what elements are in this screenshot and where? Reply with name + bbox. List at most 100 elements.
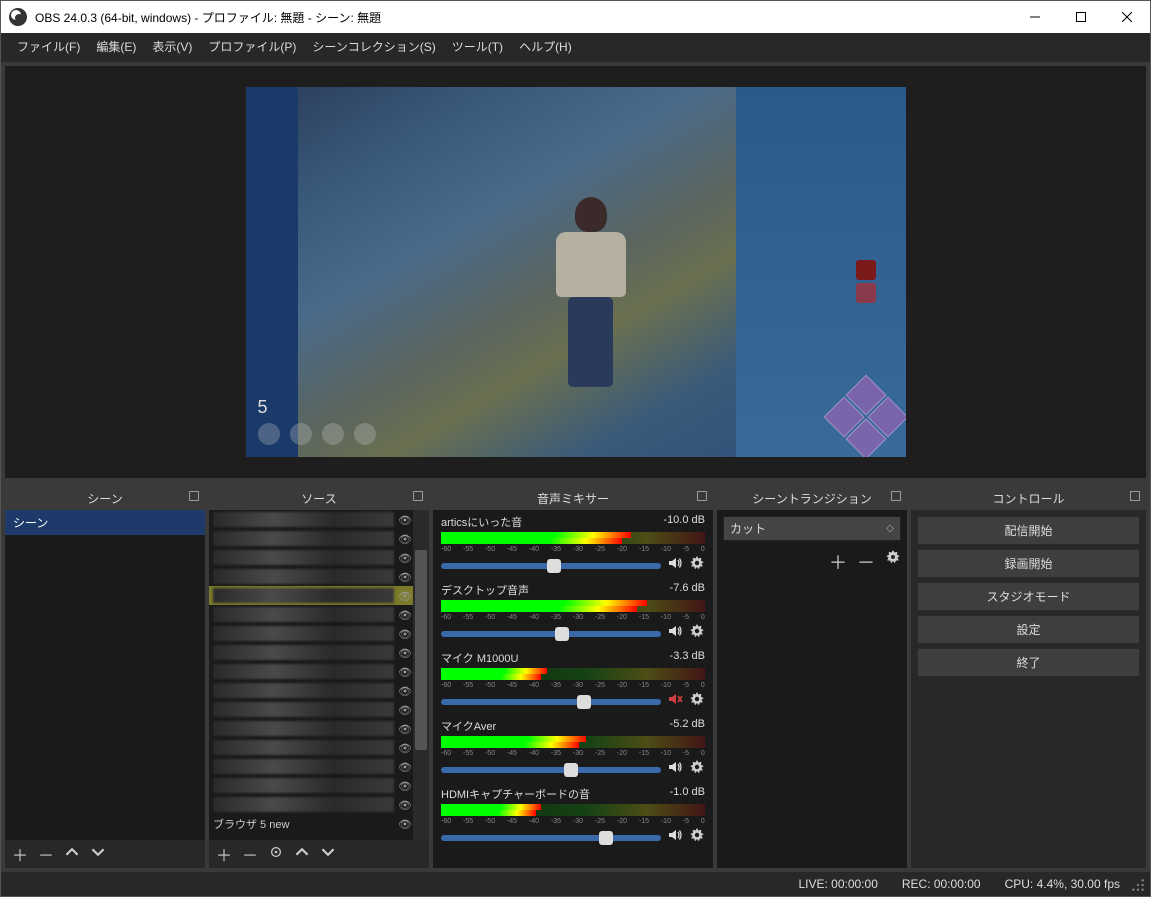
- menu-tools[interactable]: ツール(T): [444, 33, 511, 62]
- source-row[interactable]: 👁🔒: [209, 586, 429, 605]
- visibility-icon[interactable]: 👁: [398, 533, 410, 545]
- visibility-icon[interactable]: 👁: [398, 590, 410, 602]
- source-row[interactable]: 👁🔒: [209, 605, 429, 624]
- transition-properties-button[interactable]: [885, 549, 901, 575]
- menu-scene-collection[interactable]: シーンコレクション(S): [304, 33, 443, 62]
- source-row[interactable]: 👁🔒: [209, 757, 429, 776]
- menubar: ファイル(F) 編集(E) 表示(V) プロファイル(P) シーンコレクション(…: [1, 33, 1150, 62]
- visibility-icon[interactable]: 👁: [398, 799, 410, 811]
- visibility-icon[interactable]: 👁: [398, 742, 410, 754]
- source-row[interactable]: 👁🔒: [209, 510, 429, 529]
- source-row[interactable]: 👁🔒: [209, 643, 429, 662]
- app-body: ファイル(F) 編集(E) 表示(V) プロファイル(P) シーンコレクション(…: [1, 33, 1150, 896]
- source-properties-button[interactable]: [267, 845, 285, 864]
- gear-icon[interactable]: [689, 555, 705, 576]
- lock-icon[interactable]: 🔒: [413, 514, 425, 526]
- volume-slider[interactable]: [441, 563, 661, 569]
- popout-icon[interactable]: [1130, 491, 1140, 501]
- channel-db: -1.0 dB: [670, 786, 705, 802]
- popout-icon[interactable]: [189, 491, 199, 501]
- popout-icon[interactable]: [697, 491, 707, 501]
- visibility-icon[interactable]: 👁: [398, 704, 410, 716]
- visibility-icon[interactable]: 👁: [398, 685, 410, 697]
- add-scene-button[interactable]: ＋: [11, 842, 29, 866]
- visibility-icon[interactable]: 👁: [398, 571, 410, 583]
- volume-slider[interactable]: [441, 767, 661, 773]
- menu-edit[interactable]: 編集(E): [88, 33, 144, 62]
- add-transition-button[interactable]: ＋: [829, 549, 847, 575]
- volume-slider[interactable]: [441, 699, 661, 705]
- status-rec: REC: 00:00:00: [902, 877, 981, 891]
- source-up-button[interactable]: [293, 845, 311, 864]
- source-down-button[interactable]: [319, 845, 337, 864]
- menu-file[interactable]: ファイル(F): [9, 33, 88, 62]
- settings-button[interactable]: 設定: [917, 615, 1140, 644]
- mute-icon[interactable]: [667, 691, 683, 712]
- scrollbar-thumb[interactable]: [415, 550, 427, 750]
- menu-view[interactable]: 表示(V): [144, 33, 200, 62]
- sources-list[interactable]: 👁🔒👁🔒👁🔒👁🔒👁🔒👁🔒👁🔒👁🔒👁🔒👁🔒👁🔒👁🔒👁🔒👁🔒👁🔒👁🔒ブラウザ 5 n…: [209, 510, 429, 840]
- minimize-button[interactable]: [1012, 1, 1058, 33]
- gear-icon[interactable]: [689, 691, 705, 712]
- volume-slider[interactable]: [441, 631, 661, 637]
- exit-button[interactable]: 終了: [917, 648, 1140, 677]
- source-row[interactable]: 👁🔒: [209, 681, 429, 700]
- remove-scene-button[interactable]: －: [37, 842, 55, 866]
- scenes-list[interactable]: シーン: [5, 510, 205, 840]
- lock-icon[interactable]: 🔒: [413, 818, 425, 830]
- source-row[interactable]: 👁🔒: [209, 700, 429, 719]
- source-row[interactable]: 👁🔒: [209, 624, 429, 643]
- visibility-icon[interactable]: 👁: [398, 514, 410, 526]
- source-row[interactable]: 👁🔒: [209, 548, 429, 567]
- source-row[interactable]: 👁🔒: [209, 567, 429, 586]
- source-row[interactable]: 👁🔒: [209, 529, 429, 548]
- scene-item[interactable]: シーン: [5, 510, 205, 535]
- menu-help[interactable]: ヘルプ(H): [511, 33, 580, 62]
- source-row[interactable]: 👁🔒: [209, 662, 429, 681]
- volume-slider[interactable]: [441, 835, 661, 841]
- status-live: LIVE: 00:00:00: [798, 877, 877, 891]
- speaker-icon[interactable]: [667, 555, 683, 576]
- lock-icon[interactable]: 🔒: [413, 799, 425, 811]
- source-row[interactable]: ブラウザ 5 new👁🔒: [209, 814, 429, 833]
- remove-transition-button[interactable]: －: [857, 549, 875, 575]
- source-row[interactable]: 👁🔒: [209, 795, 429, 814]
- speaker-icon[interactable]: [667, 759, 683, 780]
- speaker-icon[interactable]: [667, 623, 683, 644]
- speaker-icon[interactable]: [667, 827, 683, 848]
- visibility-icon[interactable]: 👁: [398, 628, 410, 640]
- lock-icon[interactable]: 🔒: [413, 780, 425, 792]
- preview-canvas[interactable]: 5: [246, 87, 906, 457]
- scene-up-button[interactable]: [63, 845, 81, 864]
- visibility-icon[interactable]: 👁: [398, 647, 410, 659]
- menu-profile[interactable]: プロファイル(P): [200, 33, 304, 62]
- popout-icon[interactable]: [413, 491, 423, 501]
- start-recording-button[interactable]: 録画開始: [917, 549, 1140, 578]
- gear-icon[interactable]: [689, 827, 705, 848]
- visibility-icon[interactable]: 👁: [398, 723, 410, 735]
- studio-mode-button[interactable]: スタジオモード: [917, 582, 1140, 611]
- visibility-icon[interactable]: 👁: [398, 666, 410, 678]
- resize-grip-icon[interactable]: [1131, 878, 1145, 895]
- visibility-icon[interactable]: 👁: [398, 609, 410, 621]
- gear-icon[interactable]: [689, 623, 705, 644]
- add-source-button[interactable]: ＋: [215, 842, 233, 866]
- start-streaming-button[interactable]: 配信開始: [917, 516, 1140, 545]
- source-row[interactable]: 👁🔒: [209, 776, 429, 795]
- gear-icon[interactable]: [689, 759, 705, 780]
- visibility-icon[interactable]: 👁: [398, 552, 410, 564]
- transition-select[interactable]: カット ◇: [723, 516, 901, 541]
- source-row[interactable]: 👁🔒: [209, 738, 429, 757]
- scene-down-button[interactable]: [89, 845, 107, 864]
- lock-icon[interactable]: 🔒: [413, 761, 425, 773]
- visibility-icon[interactable]: 👁: [398, 780, 410, 792]
- close-button[interactable]: [1104, 1, 1150, 33]
- maximize-button[interactable]: [1058, 1, 1104, 33]
- popout-icon[interactable]: [891, 491, 901, 501]
- lock-icon[interactable]: 🔒: [413, 533, 425, 545]
- visibility-icon[interactable]: 👁: [398, 818, 410, 830]
- source-row[interactable]: 👁🔒: [209, 719, 429, 738]
- visibility-icon[interactable]: 👁: [398, 761, 410, 773]
- remove-source-button[interactable]: －: [241, 842, 259, 866]
- audio-meter: [441, 668, 705, 680]
